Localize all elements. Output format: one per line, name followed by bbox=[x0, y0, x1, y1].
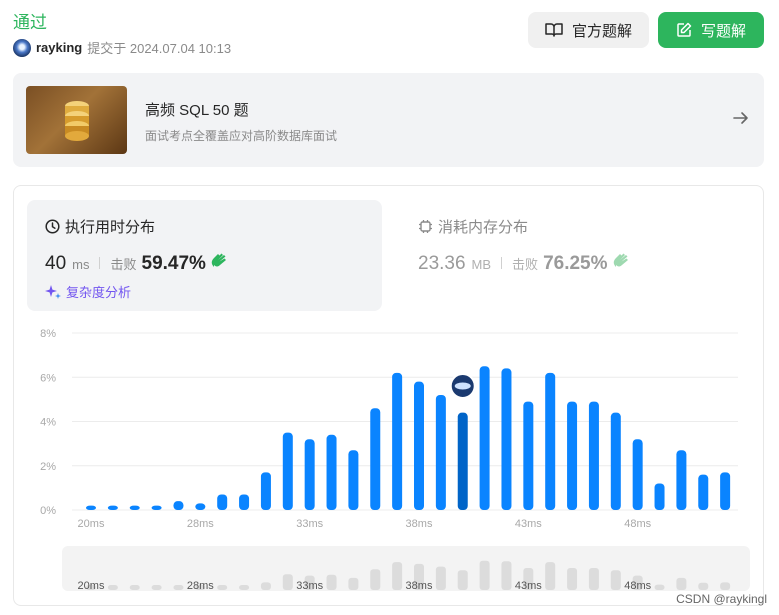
chart-bar[interactable] bbox=[435, 394, 446, 510]
runtime-percent: 59.47% bbox=[141, 253, 206, 274]
submitted-time: 提交于 2024.07.04 10:13 bbox=[87, 41, 232, 56]
memory-value: 23.36 bbox=[418, 253, 466, 274]
chart-bar[interactable] bbox=[348, 450, 359, 510]
chart-bar[interactable] bbox=[129, 505, 140, 510]
avatar[interactable] bbox=[13, 38, 31, 57]
chart-bar[interactable] bbox=[260, 472, 271, 510]
memory-title: 消耗内存分布 bbox=[418, 216, 528, 237]
chart-bar[interactable] bbox=[217, 494, 228, 510]
memory-card[interactable]: 消耗内存分布 23.36 MB 击败 76.25% bbox=[400, 200, 755, 311]
chart-bar[interactable] bbox=[239, 494, 250, 510]
chart-bar[interactable] bbox=[370, 408, 381, 510]
chart-bar[interactable] bbox=[479, 366, 490, 510]
chart-bar[interactable] bbox=[282, 432, 293, 510]
chart-bar[interactable] bbox=[326, 434, 337, 510]
chart-bar[interactable] bbox=[392, 372, 403, 510]
chart-bar[interactable] bbox=[676, 450, 687, 510]
arrow-right-icon[interactable] bbox=[732, 110, 750, 126]
divider bbox=[501, 257, 503, 269]
study-plan-banner[interactable]: 高频 SQL 50 题 面试考点全覆盖应对高阶数据库面试 bbox=[13, 73, 764, 167]
banner-subtitle: 面试考点全覆盖应对高阶数据库面试 bbox=[145, 129, 338, 143]
chart-bar[interactable] bbox=[304, 439, 315, 510]
write-solution-label: 写题解 bbox=[700, 22, 746, 40]
official-solution-button[interactable]: 官方题解 bbox=[528, 12, 649, 48]
official-solution-label: 官方题解 bbox=[571, 22, 632, 40]
runtime-metrics: 40 ms 击败 59.47% bbox=[45, 251, 230, 275]
sparkle-icon bbox=[45, 284, 61, 299]
runtime-title: 执行用时分布 bbox=[45, 216, 155, 237]
chart-bar[interactable] bbox=[567, 401, 578, 510]
chart-bar[interactable] bbox=[588, 401, 599, 510]
memory-title-text: 消耗内存分布 bbox=[438, 219, 529, 236]
chart-bar[interactable] bbox=[173, 501, 184, 510]
memory-unit: MB bbox=[471, 257, 492, 272]
runtime-title-text: 执行用时分布 bbox=[65, 219, 156, 236]
chart-bar[interactable] bbox=[414, 381, 424, 510]
clap-icon bbox=[211, 253, 226, 267]
runtime-unit: ms bbox=[72, 257, 90, 272]
memory-beat-label: 击败 bbox=[512, 257, 539, 272]
book-icon bbox=[545, 23, 563, 37]
clap-icon bbox=[613, 253, 628, 267]
chart-bar[interactable] bbox=[195, 503, 206, 510]
runtime-beat-label: 击败 bbox=[110, 257, 137, 272]
chart-bar[interactable] bbox=[720, 472, 731, 510]
database-icon bbox=[26, 86, 127, 154]
runtime-card[interactable]: 执行用时分布 40 ms 击败 59.47% 复杂度分析 bbox=[27, 200, 382, 311]
chart-bar[interactable] bbox=[632, 439, 643, 510]
memory-metrics: 23.36 MB 击败 76.25% bbox=[418, 251, 632, 275]
chart-bar[interactable] bbox=[698, 474, 709, 510]
chart-bar[interactable] bbox=[151, 505, 162, 510]
write-solution-button[interactable]: 写题解 bbox=[658, 12, 764, 48]
user-name[interactable]: rayking bbox=[36, 40, 82, 55]
complexity-analysis-link[interactable]: 复杂度分析 bbox=[45, 282, 131, 301]
chart-bar[interactable] bbox=[545, 372, 556, 510]
chart-bar[interactable] bbox=[610, 412, 621, 510]
chart-bar[interactable] bbox=[501, 368, 512, 510]
runtime-value: 40 bbox=[45, 253, 67, 274]
submission-info: rayking 提交于 2024.07.04 10:13 bbox=[13, 38, 231, 57]
banner-title: 高频 SQL 50 题 bbox=[145, 102, 249, 119]
status-title: 通过 bbox=[13, 13, 47, 32]
complexity-label: 复杂度分析 bbox=[66, 285, 132, 300]
edit-icon bbox=[677, 22, 692, 37]
chart-bar[interactable] bbox=[654, 483, 665, 510]
memory-percent: 76.25% bbox=[543, 253, 608, 274]
chart-bar[interactable] bbox=[86, 505, 96, 510]
divider bbox=[99, 257, 101, 269]
chart-bar[interactable] bbox=[107, 505, 118, 510]
chart-bar[interactable] bbox=[457, 412, 468, 510]
chart-bar[interactable] bbox=[523, 401, 534, 510]
chip-icon bbox=[419, 220, 432, 233]
clock-icon bbox=[45, 219, 60, 234]
watermark: CSDN @raykingl bbox=[676, 592, 767, 606]
